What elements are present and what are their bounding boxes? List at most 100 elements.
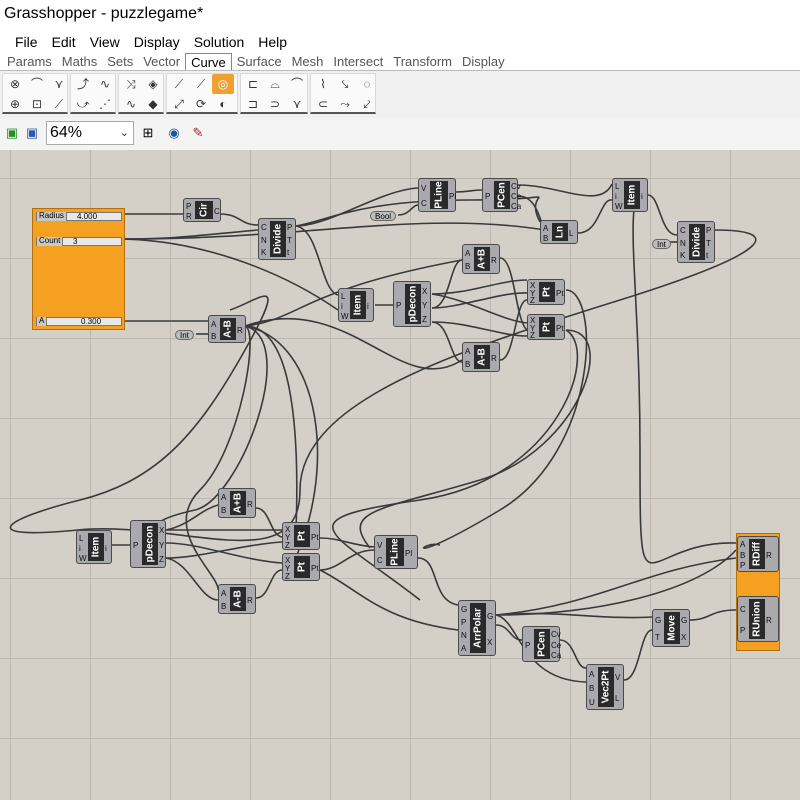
- input-port[interactable]: P: [186, 202, 191, 211]
- output-port[interactable]: X: [681, 633, 686, 642]
- output-port[interactable]: R: [491, 256, 497, 265]
- component-divide2[interactable]: Divide C N K P Tt: [677, 221, 715, 263]
- component-runion[interactable]: RUnion C P R: [737, 596, 779, 642]
- component-pline1[interactable]: PLine V C Pl: [418, 178, 456, 212]
- input-port[interactable]: B: [221, 602, 226, 611]
- input-port[interactable]: B: [465, 360, 470, 369]
- input-port[interactable]: V: [377, 541, 382, 550]
- input-port[interactable]: P: [133, 541, 138, 550]
- input-port[interactable]: P: [740, 626, 745, 635]
- divide-icon[interactable]: ⋰: [94, 94, 116, 114]
- input-port[interactable]: C: [261, 223, 267, 232]
- input-port[interactable]: N: [461, 631, 467, 640]
- input-port[interactable]: B: [465, 262, 470, 271]
- polyline-icon[interactable]: ⋎: [48, 74, 70, 94]
- component-pt3[interactable]: Pt X Y Z Pt: [282, 522, 320, 550]
- spline-icon[interactable]: ⤻: [72, 94, 94, 114]
- smooth-icon[interactable]: ◐: [212, 94, 234, 114]
- output-port[interactable]: i: [641, 192, 643, 201]
- input-port[interactable]: N: [680, 239, 686, 248]
- tab-mesh[interactable]: Mesh: [287, 53, 329, 70]
- input-port[interactable]: Z: [530, 296, 535, 305]
- zoom-dropdown[interactable]: 64% ⌄: [46, 121, 134, 145]
- loft-icon[interactable]: ◆: [142, 94, 164, 114]
- input-port[interactable]: P: [740, 561, 745, 570]
- count-slider[interactable]: Count 3: [36, 237, 122, 246]
- blend-icon[interactable]: ⌓: [264, 74, 286, 94]
- input-port[interactable]: C: [680, 226, 686, 235]
- tab-intersect[interactable]: Intersect: [328, 53, 388, 70]
- input-port[interactable]: A: [221, 589, 226, 598]
- line-icon[interactable]: ⊡: [26, 94, 48, 114]
- output-port[interactable]: Y: [422, 301, 427, 310]
- input-port[interactable]: U: [589, 698, 595, 707]
- component-cir[interactable]: Cir P R C: [183, 198, 221, 222]
- input-port[interactable]: L: [615, 182, 619, 191]
- project-icon[interactable]: ⟋: [168, 74, 190, 94]
- sketch-pen-icon[interactable]: ✎: [190, 125, 206, 141]
- a-slider[interactable]: A 0.300: [36, 317, 122, 326]
- menu-display[interactable]: Display: [127, 31, 187, 53]
- output-port[interactable]: R: [766, 616, 772, 625]
- explode-icon[interactable]: ⤦: [356, 94, 378, 114]
- component-move[interactable]: Move G T G X: [652, 609, 690, 647]
- int-param[interactable]: Int: [652, 239, 671, 249]
- output-port[interactable]: R: [766, 551, 772, 560]
- menu-help[interactable]: Help: [251, 31, 294, 53]
- input-port[interactable]: P: [461, 618, 466, 627]
- output-port[interactable]: X: [487, 638, 492, 647]
- input-port[interactable]: V: [421, 184, 426, 193]
- tween-icon[interactable]: ◌: [356, 74, 378, 94]
- arc-icon[interactable]: ⌒: [26, 74, 48, 94]
- output-port[interactable]: Ca: [551, 651, 561, 660]
- bezier-icon[interactable]: ⤴: [72, 74, 94, 94]
- tab-curve[interactable]: Curve: [185, 53, 232, 70]
- output-port[interactable]: i: [367, 302, 369, 311]
- input-port[interactable]: A: [543, 224, 548, 233]
- seam-icon[interactable]: ⊃: [264, 94, 286, 114]
- output-port[interactable]: Y: [159, 541, 164, 550]
- output-port[interactable]: Ca: [511, 202, 521, 211]
- save-icon[interactable]: ▣: [24, 125, 40, 141]
- offset-curve-icon[interactable]: ⊐: [242, 94, 264, 114]
- input-port[interactable]: i: [79, 544, 81, 553]
- shatter-icon[interactable]: ⌒: [286, 74, 308, 94]
- output-port[interactable]: Pl: [449, 192, 456, 201]
- curve-icon[interactable]: ⊕: [4, 94, 26, 114]
- join-icon[interactable]: ∿: [120, 94, 142, 114]
- tab-vector[interactable]: Vector: [138, 53, 185, 70]
- component-aminusb1[interactable]: A-B A B R: [462, 342, 500, 372]
- output-port[interactable]: X: [159, 526, 164, 535]
- component-pt2[interactable]: Pt X Y Z Pt: [527, 314, 565, 340]
- input-port[interactable]: B: [740, 551, 745, 560]
- input-port[interactable]: A: [211, 320, 216, 329]
- input-port[interactable]: B: [211, 332, 216, 341]
- output-port[interactable]: R: [237, 326, 243, 335]
- input-port[interactable]: W: [615, 202, 623, 211]
- component-ln[interactable]: Ln A B L: [540, 220, 578, 244]
- output-port[interactable]: P: [287, 223, 292, 232]
- input-port[interactable]: C: [421, 199, 427, 208]
- output-port[interactable]: R: [247, 500, 253, 509]
- output-port[interactable]: G: [681, 616, 687, 625]
- component-pline2[interactable]: PLine V C Pl: [374, 535, 418, 569]
- component-vec2pt[interactable]: Vec2Pt A B U V L: [586, 664, 624, 710]
- component-aplusb1[interactable]: A+B A B R: [462, 244, 500, 274]
- bool-param[interactable]: Bool: [370, 211, 397, 221]
- ellipse-icon[interactable]: ⟋: [48, 94, 70, 114]
- component-item1[interactable]: Item Li Wi: [612, 178, 648, 212]
- extend-icon[interactable]: ⤢: [168, 94, 190, 114]
- tab-transform[interactable]: Transform: [388, 53, 457, 70]
- tab-surface[interactable]: Surface: [232, 53, 287, 70]
- component-pcen1[interactable]: PCen P Cv Ce Ca: [482, 178, 521, 212]
- output-port[interactable]: L: [615, 694, 619, 703]
- output-port[interactable]: V: [615, 673, 620, 682]
- output-port[interactable]: P: [706, 226, 711, 235]
- radius-slider[interactable]: Radius 4.000: [36, 212, 122, 221]
- zoom-extents-icon[interactable]: ⊞: [140, 125, 156, 141]
- input-port[interactable]: P: [396, 301, 401, 310]
- input-port[interactable]: K: [261, 248, 266, 257]
- component-item3[interactable]: Item Li Wi: [76, 530, 112, 564]
- output-port[interactable]: R: [491, 354, 497, 363]
- tab-params[interactable]: Params: [2, 53, 57, 70]
